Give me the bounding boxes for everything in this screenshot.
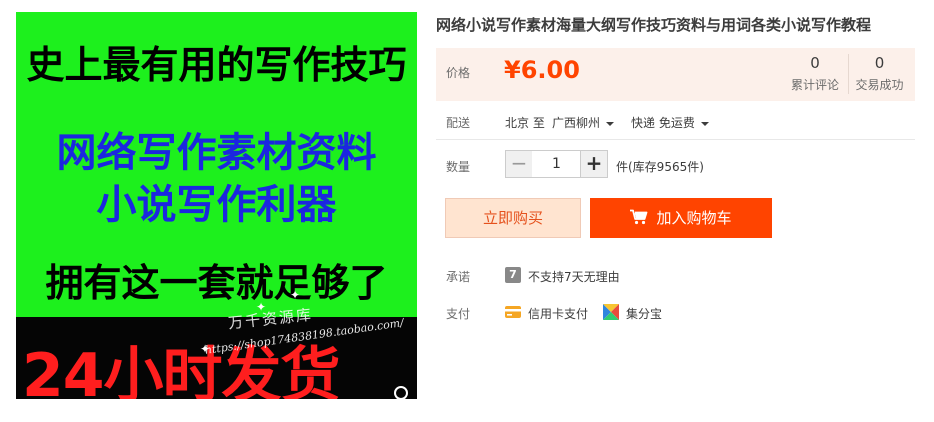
chevron-down-icon	[606, 121, 615, 126]
quantity-input[interactable]	[532, 150, 581, 178]
buy-now-button[interactable]: 立即购买	[445, 198, 581, 238]
chevron-down-icon	[700, 121, 709, 126]
add-to-cart-label: 加入购物车	[656, 209, 732, 227]
deals-label: 交易成功	[855, 78, 904, 92]
price-label: 价格	[446, 66, 471, 80]
shipping-method-label: 快递 免运费	[631, 116, 695, 130]
promise-text: 不支持7天无理由	[528, 270, 620, 284]
jifenbao-icon	[603, 304, 619, 320]
reviews-label: 累计评论	[790, 78, 839, 92]
image-headline-2: 网络写作素材资料	[56, 130, 377, 176]
price-panel: 价格 ¥6.00 0 累计评论 0 交易成功	[436, 48, 915, 101]
quantity-label: 数量	[446, 160, 471, 174]
promise-label: 承诺	[446, 270, 471, 284]
add-to-cart-button[interactable]: 加入购物车	[590, 198, 772, 238]
price-value: ¥6.00	[504, 56, 580, 84]
credit-card-payment: 信用卡支付	[528, 307, 589, 321]
image-headline-4: 拥有这一套就足够了	[45, 261, 388, 305]
reviews-stat[interactable]: 0 累计评论	[784, 54, 846, 94]
jifenbao-payment: 集分宝	[626, 307, 663, 321]
delivery-label: 配送	[446, 116, 471, 130]
sparkle-icon: ✦	[290, 288, 301, 302]
product-image[interactable]: 史上最有用的写作技巧 网络写作素材资料 小说写作利器 拥有这一套就足够了 24小…	[16, 12, 417, 399]
reviews-count: 0	[810, 54, 820, 72]
quantity-increase-button[interactable]: +	[580, 150, 608, 178]
stock-info: 件(库存9565件)	[616, 160, 704, 174]
image-headline-1: 史上最有用的写作技巧	[26, 43, 407, 87]
zoom-icon[interactable]	[394, 386, 408, 399]
delivery-from: 北京 至	[505, 116, 545, 130]
product-title: 网络小说写作素材海量大纲写作技巧资料与用词各类小说写作教程	[436, 16, 872, 34]
deals-count: 0	[874, 54, 885, 72]
seven-day-return-icon: 7	[505, 267, 521, 283]
shopping-cart-icon	[630, 209, 648, 225]
credit-card-icon	[505, 306, 521, 318]
quantity-decrease-button[interactable]: −	[505, 150, 533, 178]
shipping-method-select[interactable]: 快递 免运费	[631, 114, 709, 131]
divider	[436, 139, 915, 140]
delivery-destination-select[interactable]: 广西柳州	[552, 114, 615, 131]
delivery-destination-label: 广西柳州	[552, 116, 601, 130]
payment-label: 支付	[446, 307, 471, 321]
image-headline-3: 小说写作利器	[96, 182, 337, 228]
deals-stat: 0 交易成功	[848, 54, 910, 94]
